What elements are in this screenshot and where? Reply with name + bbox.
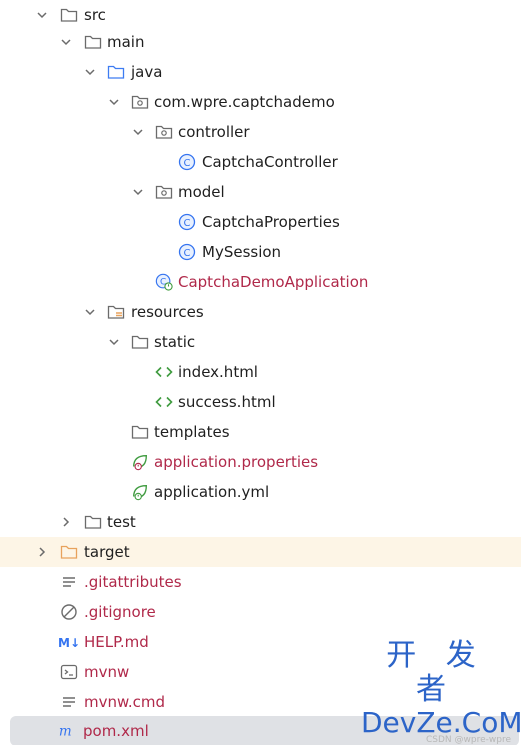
chevron-down-icon[interactable] <box>82 57 98 87</box>
chevron-down-icon[interactable] <box>106 327 122 357</box>
tree-row-success-html[interactable]: success.html <box>0 387 521 417</box>
captcha-properties-label: CaptchaProperties <box>202 213 340 231</box>
gitignore-label: .gitignore <box>84 603 156 621</box>
controller-package-label: controller <box>178 123 250 141</box>
gitattributes-label: .gitattributes <box>84 573 182 591</box>
text-file-icon <box>60 567 78 597</box>
html-icon <box>155 357 173 387</box>
spring-boot-class-icon: C <box>155 267 173 297</box>
project-tree: src main java com.wpre.captchademo contr… <box>0 0 521 745</box>
chevron-down-icon[interactable] <box>130 177 146 207</box>
tree-row-static[interactable]: static <box>0 327 521 357</box>
csdn-watermark: CSDN @wpre-wpre <box>426 735 511 745</box>
folder-icon <box>131 327 149 357</box>
chevron-right-icon[interactable] <box>58 507 74 537</box>
static-folder-label: static <box>154 333 196 351</box>
spring-boot-icon <box>131 447 149 477</box>
svg-text:C: C <box>184 218 191 229</box>
html-icon <box>155 387 173 417</box>
class-icon: C <box>178 207 196 237</box>
class-icon: C <box>178 237 196 267</box>
devze-watermark-logo: 开 发 者 DevZe.CoM <box>361 638 521 739</box>
class-icon: C <box>178 147 196 177</box>
pom-xml-label: pom.xml <box>83 722 149 740</box>
package-icon <box>155 177 173 207</box>
tree-row-package[interactable]: com.wpre.captchademo <box>0 87 521 117</box>
text-file-icon <box>60 687 78 717</box>
tree-row-gitattributes[interactable]: .gitattributes <box>0 567 521 597</box>
src-folder-label: src <box>84 6 106 24</box>
folder-icon <box>84 27 102 57</box>
mvnw-label: mvnw <box>84 663 130 681</box>
my-session-label: MySession <box>202 243 282 261</box>
tree-row-test[interactable]: test <box>0 507 521 537</box>
tree-row-target[interactable]: target <box>0 537 521 567</box>
help-md-label: HELP.md <box>84 633 149 651</box>
target-folder-label: target <box>84 543 130 561</box>
ignore-file-icon <box>60 597 78 627</box>
tree-row-gitignore[interactable]: .gitignore <box>0 597 521 627</box>
chevron-down-icon[interactable] <box>106 87 122 117</box>
demo-application-label: CaptchaDemoApplication <box>178 273 369 291</box>
java-folder-label: java <box>131 63 163 81</box>
tree-row-resources[interactable]: resources <box>0 297 521 327</box>
tree-row-app-properties[interactable]: application.properties <box>0 447 521 477</box>
resources-folder-label: resources <box>131 303 204 321</box>
tree-row-captcha-properties[interactable]: C CaptchaProperties <box>0 207 521 237</box>
chevron-down-icon[interactable] <box>130 117 146 147</box>
tree-row-captcha-controller[interactable]: C CaptchaController <box>0 147 521 177</box>
svg-text:C: C <box>184 158 191 169</box>
tree-row-model[interactable]: model <box>0 177 521 207</box>
app-yml-label: application.yml <box>154 483 270 501</box>
folder-icon <box>84 507 102 537</box>
excluded-folder-icon <box>60 537 78 567</box>
tree-row-java[interactable]: java <box>0 57 521 87</box>
index-html-label: index.html <box>178 363 258 381</box>
tree-row-templates[interactable]: templates <box>0 417 521 447</box>
maven-icon: m <box>58 716 76 745</box>
test-folder-label: test <box>107 513 136 531</box>
spring-boot-icon <box>131 477 149 507</box>
chevron-down-icon[interactable] <box>82 297 98 327</box>
success-html-label: success.html <box>178 393 276 411</box>
terminal-icon <box>60 657 78 687</box>
mvnw-cmd-label: mvnw.cmd <box>84 693 166 711</box>
folder-icon <box>131 417 149 447</box>
templates-folder-label: templates <box>154 423 230 441</box>
watermark-cn-text: 开 发 者 <box>386 638 486 707</box>
tree-row-controller[interactable]: controller <box>0 117 521 147</box>
folder-icon <box>60 0 78 30</box>
tree-row-app-yml[interactable]: application.yml <box>0 477 521 507</box>
chevron-down-icon[interactable] <box>58 27 74 57</box>
tree-row-my-session[interactable]: C MySession <box>0 237 521 267</box>
package-icon <box>131 87 149 117</box>
package-label: com.wpre.captchademo <box>154 93 335 111</box>
tree-row-src[interactable]: src <box>0 0 521 30</box>
app-properties-label: application.properties <box>154 453 319 471</box>
chevron-down-icon[interactable] <box>34 0 50 30</box>
svg-text:C: C <box>184 248 191 259</box>
chevron-right-icon[interactable] <box>34 537 50 567</box>
model-package-label: model <box>178 183 225 201</box>
captcha-controller-label: CaptchaController <box>202 153 338 171</box>
tree-row-demo-application[interactable]: C CaptchaDemoApplication <box>0 267 521 297</box>
svg-text:M↓: M↓ <box>58 636 80 649</box>
package-icon <box>155 117 173 147</box>
markdown-icon: M↓ <box>58 627 80 657</box>
main-folder-label: main <box>107 33 145 51</box>
tree-row-main[interactable]: main <box>0 27 521 57</box>
svg-text:m: m <box>59 724 72 740</box>
source-folder-icon <box>107 57 125 87</box>
resources-folder-icon <box>107 297 125 327</box>
tree-row-index-html[interactable]: index.html <box>0 357 521 387</box>
